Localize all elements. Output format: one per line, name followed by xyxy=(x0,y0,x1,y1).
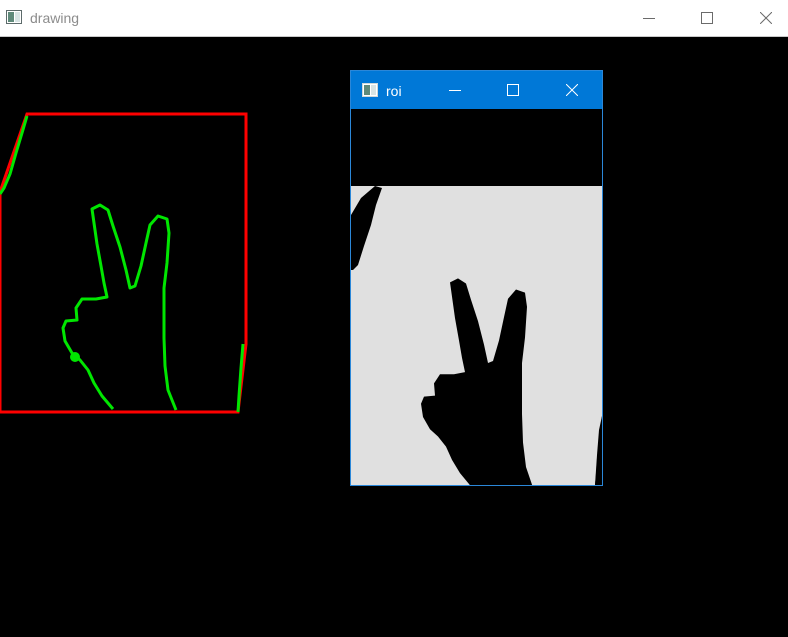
contour-point xyxy=(70,352,80,362)
close-button[interactable] xyxy=(737,0,788,36)
roi-close-button[interactable] xyxy=(543,71,601,109)
roi-window-icon xyxy=(362,83,378,97)
roi-window-title: roi xyxy=(386,83,402,99)
roi-canvas xyxy=(351,110,602,485)
minimize-icon xyxy=(643,18,655,19)
maximize-icon xyxy=(507,84,519,96)
hand-contour xyxy=(61,203,178,411)
close-icon xyxy=(760,12,772,24)
roi-window: roi xyxy=(350,70,603,486)
roi-titlebar[interactable]: roi xyxy=(351,71,602,109)
maximize-icon xyxy=(701,12,713,24)
minimize-icon xyxy=(449,90,461,91)
drawing-window-title: drawing xyxy=(30,10,80,26)
close-icon xyxy=(566,84,578,96)
roi-maximize-button[interactable] xyxy=(484,71,542,109)
maximize-button[interactable] xyxy=(678,0,736,36)
drawing-titlebar[interactable]: drawing xyxy=(0,0,788,37)
app-window-icon xyxy=(6,10,22,24)
minimize-button[interactable] xyxy=(620,0,678,36)
roi-minimize-button[interactable] xyxy=(426,71,484,109)
